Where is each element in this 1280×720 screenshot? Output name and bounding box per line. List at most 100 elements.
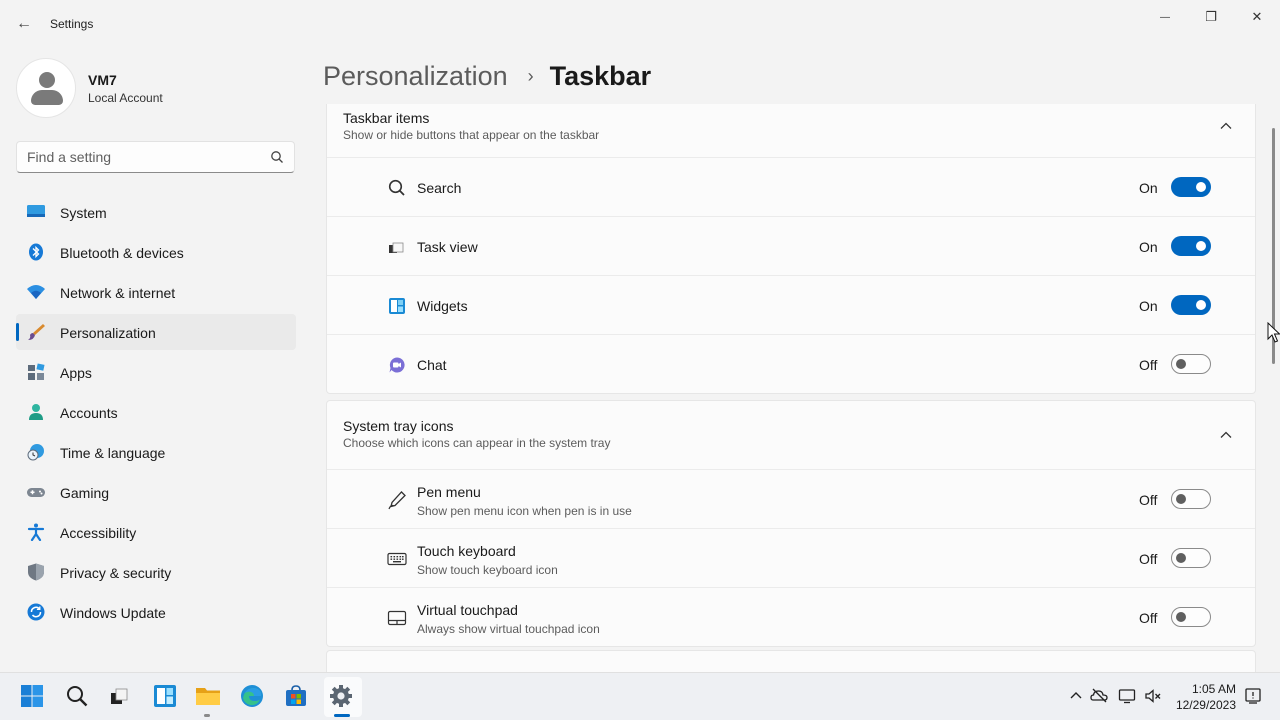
taskbar-file-explorer-button[interactable]	[195, 683, 221, 709]
display-icon[interactable]	[1118, 687, 1136, 705]
task-view-icon	[389, 242, 404, 253]
folder-icon	[196, 688, 220, 705]
sidebar-item-bluetooth[interactable]: Bluetooth & devices	[16, 234, 296, 270]
toggle-state-label: Off	[1139, 357, 1158, 373]
system-tray-header[interactable]: System tray icons Choose which icons can…	[327, 401, 1255, 469]
breadcrumb-separator: ›	[527, 65, 534, 86]
start-button[interactable]	[19, 683, 45, 709]
maximize-button[interactable]: ❐	[1188, 6, 1234, 28]
taskbar-edge-button[interactable]	[239, 683, 265, 709]
chevron-up-icon[interactable]	[1067, 687, 1085, 705]
sidebar-nav: System Bluetooth & devices Network & int…	[16, 194, 296, 634]
taskbar-items-header[interactable]: Taskbar items Show or hide buttons that …	[327, 104, 1255, 157]
chat-icon	[389, 357, 405, 373]
setting-row-chat: Chat Off	[327, 334, 1255, 393]
sidebar-item-accounts[interactable]: Accounts	[16, 394, 296, 430]
sidebar-item-time-language[interactable]: Time & language	[16, 434, 296, 470]
setting-row-task-view: Task view On	[327, 216, 1255, 275]
search-icon[interactable]	[270, 150, 284, 164]
sidebar-item-windows-update[interactable]: Windows Update	[16, 594, 296, 630]
setting-label: Virtual touchpad	[417, 602, 518, 618]
search-toggle[interactable]	[1171, 177, 1211, 197]
widgets-icon	[389, 298, 405, 314]
widgets-icon	[154, 685, 176, 707]
touchpad-icon	[387, 610, 407, 626]
minimize-button[interactable]: —	[1142, 6, 1188, 28]
sidebar-item-label: Bluetooth & devices	[60, 245, 184, 261]
profile-account-type: Local Account	[88, 91, 163, 105]
sidebar-item-label: Windows Update	[60, 605, 166, 621]
gamepad-icon	[27, 488, 45, 497]
shield-icon	[28, 563, 44, 581]
close-button[interactable]: ✕	[1234, 6, 1280, 28]
user-profile[interactable]: VM7 Local Account	[16, 58, 296, 118]
section-title: Taskbar items	[343, 110, 430, 126]
setting-label: Pen menu	[417, 484, 481, 500]
gear-icon	[330, 685, 352, 707]
setting-label: Chat	[417, 357, 447, 373]
notification-icon[interactable]	[1244, 687, 1262, 705]
apps-icon	[28, 363, 45, 380]
sidebar-item-personalization[interactable]: Personalization	[16, 314, 296, 350]
taskbar-search-button[interactable]	[64, 683, 90, 709]
toggle-state-label: Off	[1139, 610, 1158, 626]
pen-menu-toggle[interactable]	[1171, 489, 1211, 509]
search-box[interactable]	[16, 141, 295, 173]
back-button[interactable]: ←	[12, 12, 36, 36]
next-section-card[interactable]	[326, 650, 1256, 672]
touch-keyboard-toggle[interactable]	[1171, 548, 1211, 568]
setting-row-virtual-touchpad: Virtual touchpad Always show virtual tou…	[327, 587, 1255, 646]
sidebar-item-label: Accounts	[60, 405, 118, 421]
search-input[interactable]	[27, 149, 257, 165]
setting-row-touch-keyboard: Touch keyboard Show touch keyboard icon …	[327, 528, 1255, 587]
edge-browser-icon	[241, 685, 263, 707]
sidebar-item-system[interactable]: System	[16, 194, 296, 230]
sidebar-item-network[interactable]: Network & internet	[16, 274, 296, 310]
sidebar-item-accessibility[interactable]: Accessibility	[16, 514, 296, 550]
chevron-up-icon[interactable]	[1219, 119, 1233, 133]
search-icon	[388, 179, 405, 196]
section-title: System tray icons	[343, 418, 454, 434]
sidebar-item-apps[interactable]: Apps	[16, 354, 296, 390]
network-offline-icon[interactable]	[1090, 687, 1108, 705]
sidebar-item-label: Personalization	[60, 325, 156, 341]
wifi-icon	[27, 285, 45, 299]
mouse-cursor-icon	[1267, 322, 1280, 343]
taskbar-task-view-button[interactable]	[106, 683, 132, 709]
toggle-state-label: On	[1139, 298, 1158, 314]
widgets-toggle[interactable]	[1171, 295, 1211, 315]
chevron-up-icon[interactable]	[1219, 428, 1233, 442]
setting-row-widgets: Widgets On	[327, 275, 1255, 334]
setting-label: Widgets	[417, 298, 468, 314]
taskbar-widgets-button[interactable]	[152, 683, 178, 709]
toggle-state-label: Off	[1139, 492, 1158, 508]
setting-label: Task view	[417, 239, 478, 255]
taskbar-store-button[interactable]	[283, 683, 309, 709]
sidebar-item-label: Apps	[60, 365, 92, 381]
sidebar-item-privacy[interactable]: Privacy & security	[16, 554, 296, 590]
system-icon	[27, 205, 45, 217]
section-subtitle: Show or hide buttons that appear on the …	[343, 128, 600, 142]
taskbar-settings-button[interactable]	[328, 683, 354, 709]
task-view-toggle[interactable]	[1171, 236, 1211, 256]
volume-muted-icon[interactable]	[1144, 687, 1162, 705]
windows-update-icon	[27, 603, 45, 621]
sidebar-item-label: System	[60, 205, 107, 221]
settings-content: Taskbar items Show or hide buttons that …	[326, 104, 1256, 672]
breadcrumb-parent[interactable]: Personalization	[323, 61, 508, 92]
breadcrumb: Personalization › Taskbar	[323, 58, 651, 94]
virtual-touchpad-toggle[interactable]	[1171, 607, 1211, 627]
setting-label: Search	[417, 180, 462, 196]
setting-description: Always show virtual touchpad icon	[417, 622, 600, 636]
taskbar: 1:05 AM 12/29/2023	[0, 672, 1280, 720]
store-icon	[286, 685, 306, 706]
pen-icon	[388, 491, 406, 510]
setting-row-search: Search On	[327, 157, 1255, 216]
avatar	[16, 58, 76, 118]
sidebar-item-gaming[interactable]: Gaming	[16, 474, 296, 510]
title-bar: ← Settings — ❐ ✕	[0, 0, 1280, 48]
chat-toggle[interactable]	[1171, 354, 1211, 374]
clock-date[interactable]: 12/29/2023	[1166, 698, 1236, 712]
clock-time[interactable]: 1:05 AM	[1176, 682, 1236, 696]
sidebar-item-label: Network & internet	[60, 285, 176, 301]
